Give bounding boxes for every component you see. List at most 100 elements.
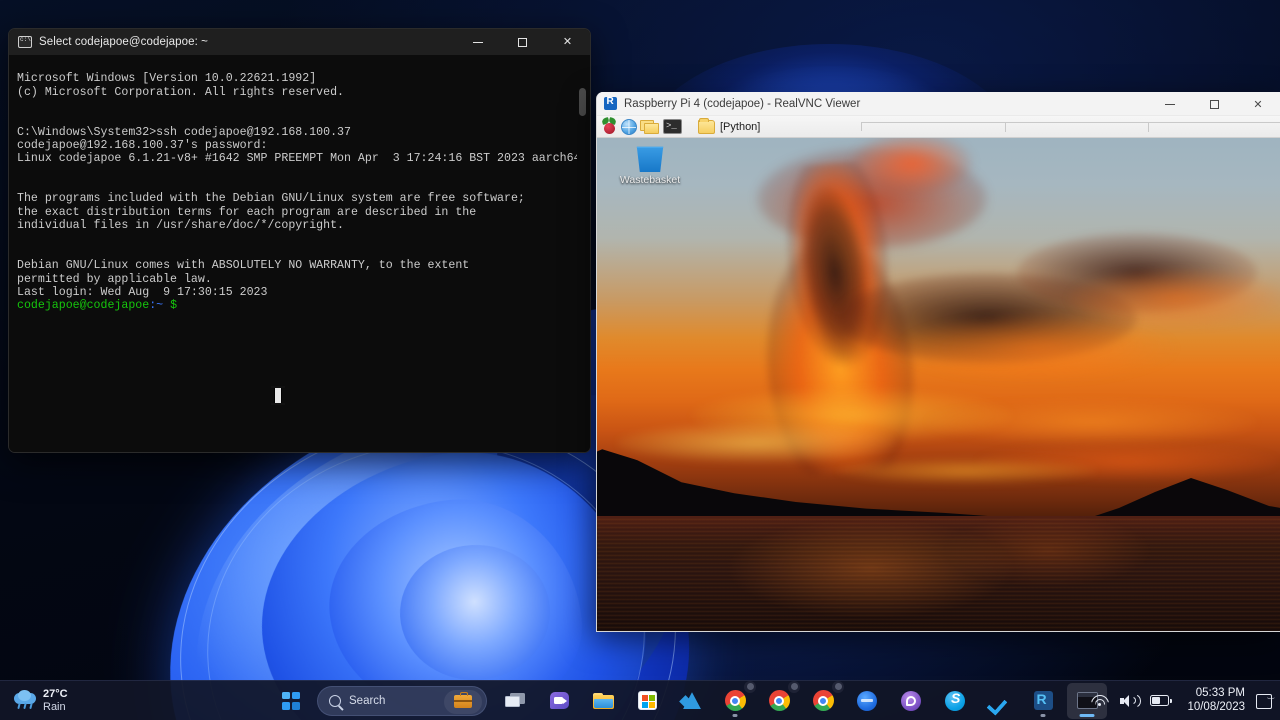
wastebasket-icon [636,146,664,172]
wifi-icon[interactable] [1091,694,1107,707]
blue-app-button[interactable] [847,683,887,719]
cmd-prompt-symbol: $ [170,299,178,313]
chat-icon [549,692,569,709]
cmd-line: Last login: Wed Aug 9 17:30:15 2023 [17,285,268,299]
remote-desktop-canvas[interactable]: Wastebasket [597,138,1280,631]
cmd-title-bar[interactable]: Select codejapoe@codejapoe: ~ ✕ [9,29,590,55]
cmd-line-blank [17,232,590,245]
realvnc-icon [1033,691,1053,710]
cmd-line: permitted by applicable law. [17,272,212,286]
file-manager-icon[interactable] [640,117,660,137]
chrome-button-3[interactable] [803,680,844,719]
briefcase-icon [454,692,472,708]
weather-temperature: 27°C [43,688,68,701]
window-task-label: [Python] [720,120,761,133]
windows-taskbar[interactable]: 27°C Rain Search S R 05:33 PM 10/08/2023… [0,680,1280,720]
store-icon [637,691,657,710]
tray-quick-settings[interactable] [1081,685,1179,717]
vnc-maximize-button[interactable] [1192,92,1236,116]
volume-icon[interactable] [1120,694,1142,708]
panel-drag-handle[interactable] [861,122,1280,132]
vnc-title-bar[interactable]: Raspberry Pi 4 (codejapoe) - RealVNC Vie… [597,92,1280,116]
vnc-window-controls: ✕ [1148,92,1280,116]
vnc-minimize-button[interactable] [1148,92,1192,116]
taskbar-center-group: Search [271,680,1107,720]
command-prompt-window[interactable]: Select codejapoe@codejapoe: ~ ✕ Microsof… [8,28,591,453]
clock-time: 05:33 PM [1195,686,1245,699]
raspberry-pi-menu-icon[interactable] [601,117,618,137]
cmd-scrollbar-thumb[interactable] [579,88,586,116]
rain-cloud-icon [14,689,36,711]
system-tray: 05:33 PM 10/08/2023 ‿ [1081,681,1280,720]
console-icon [18,36,32,48]
microsoft-store-button[interactable] [627,683,667,719]
cmd-scrollbar[interactable] [577,56,589,451]
task-view-button[interactable] [495,683,535,719]
cloud-streak-9 [837,458,1097,484]
weather-condition: Rain [43,700,66,713]
folder-explorer-icon [592,692,614,709]
cmd-window-controls: ✕ [455,29,590,55]
running-indicator [1040,713,1046,717]
realvnc-viewer-button[interactable] [1023,683,1063,719]
cmd-line: individual files in /usr/share/doc/*/cop… [17,219,344,233]
cmd-line: Linux codejapoe 6.1.21-v8+ #1642 SMP PRE… [17,152,581,166]
notification-bell-icon[interactable]: ‿ [1255,690,1274,709]
cloud-streak-7 [617,423,897,463]
cmd-console-output[interactable]: Microsoft Windows [Version 10.0.22621.19… [9,55,590,452]
file-explorer-button[interactable] [583,683,623,719]
viber-icon [901,690,921,711]
start-button[interactable] [271,683,311,719]
wastebasket-label: Wastebasket [619,174,681,186]
wastebasket-desktop-icon[interactable]: Wastebasket [619,144,681,186]
vs-code-button[interactable] [671,683,711,719]
web-browser-icon[interactable] [621,117,637,137]
chat-button[interactable] [539,683,579,719]
lake-reflection [597,516,1280,631]
cmd-maximize-button[interactable] [500,29,545,55]
overlay-badge-icon [744,680,756,693]
chrome-button-2[interactable] [759,680,800,719]
clock-date: 10/08/2023 [1187,700,1245,713]
search-icon [329,694,341,707]
raspberry-pi-panel[interactable]: [Python] 12:03 [597,116,1280,160]
chrome-button-1[interactable] [715,680,756,719]
viber-button[interactable] [891,683,931,719]
cmd-line: codejapoe@192.168.100.37's password: [17,139,268,153]
skype-icon [945,690,965,711]
search-highlight-badge[interactable] [444,689,482,714]
windows-start-icon [282,691,300,710]
cmd-window-title: Select codejapoe@codejapoe: ~ [39,36,208,48]
battery-icon[interactable] [1150,695,1172,706]
overlay-badge-icon [832,680,844,693]
cmd-minimize-button[interactable] [455,29,500,55]
chrome-icon [768,690,790,711]
cmd-prompt-line: codejapoe@codejapoe:~ $ [17,299,177,312]
cmd-close-button[interactable]: ✕ [545,29,590,55]
cmd-prompt-path: ~ [156,299,164,313]
clock-widget[interactable]: 05:33 PM 10/08/2023 [1179,687,1253,714]
cloud-streak-6 [927,400,1257,445]
check-app-button[interactable] [979,683,1019,719]
cmd-line: The programs included with the Debian GN… [17,192,525,206]
realvnc-viewer-window[interactable]: Raspberry Pi 4 (codejapoe) - RealVNC Vie… [596,92,1280,632]
vnc-close-button[interactable]: ✕ [1236,92,1280,116]
cmd-line: C:\Windows\System32>ssh codejapoe@192.16… [17,125,351,139]
chrome-icon [724,690,746,711]
vnc-window-title: Raspberry Pi 4 (codejapoe) - RealVNC Vie… [624,97,861,110]
blue-check-icon [989,692,1009,710]
window-task-python[interactable]: [Python] [694,117,767,136]
cmd-line: Microsoft Windows [Version 10.0.22621.19… [17,72,317,86]
terminal-icon[interactable] [663,117,682,137]
weather-widget[interactable]: 27°C Rain [0,681,78,720]
cloud-streak-4 [1067,268,1280,328]
text-cursor [271,386,285,405]
blue-circle-app-icon [857,690,877,711]
realvnc-icon [604,96,617,110]
overlay-badge-icon [788,680,800,693]
chrome-icon [812,690,834,711]
cmd-line-blank [17,166,590,179]
task-view-icon [505,693,525,708]
skype-button[interactable] [935,683,975,719]
search-input[interactable]: Search [317,685,487,716]
